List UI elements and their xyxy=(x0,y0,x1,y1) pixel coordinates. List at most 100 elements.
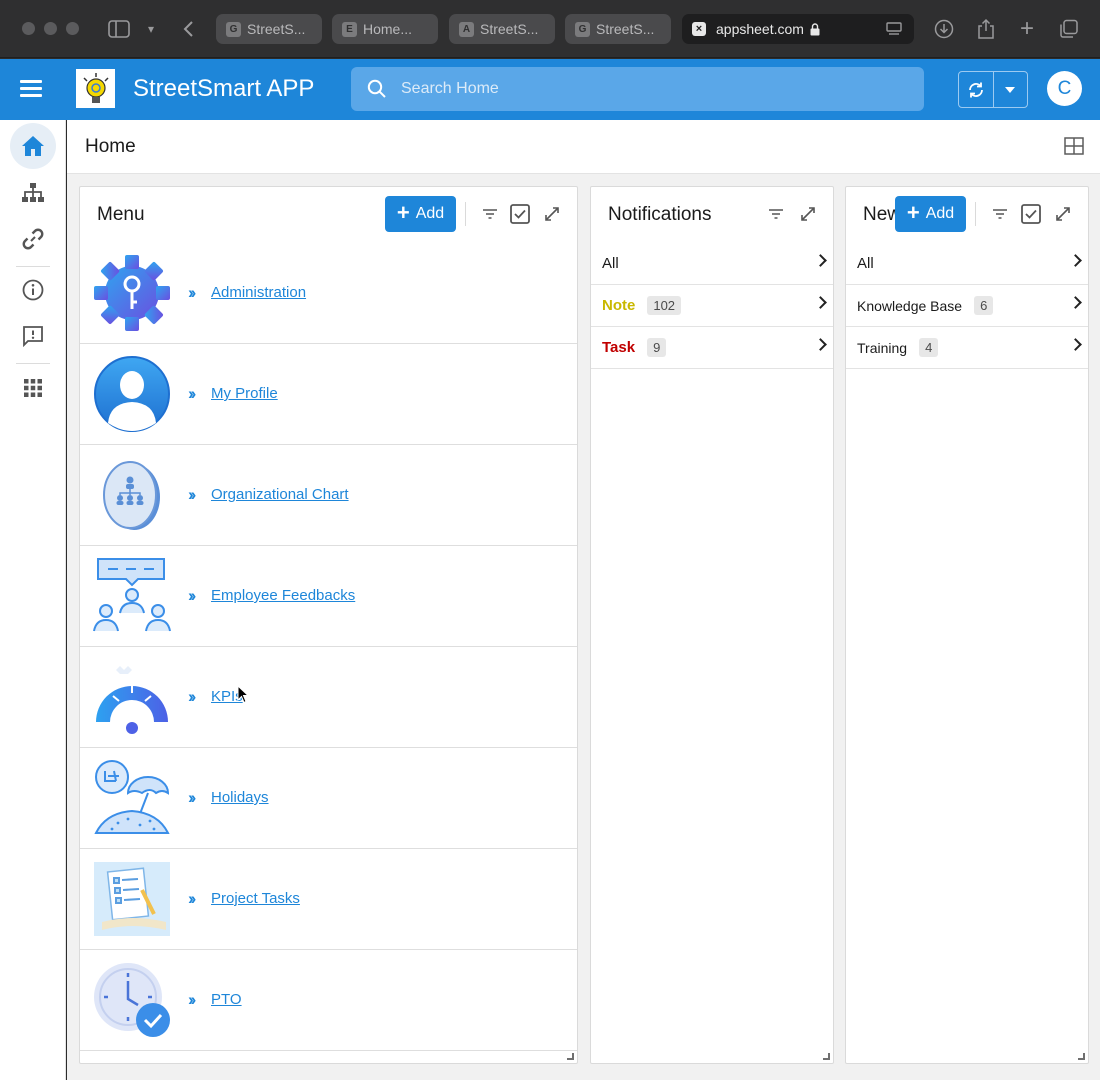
panel-header: Menu + Add xyxy=(80,187,577,243)
download-icon[interactable] xyxy=(931,16,957,42)
expand-icon[interactable] xyxy=(797,203,819,225)
group-label: All xyxy=(602,255,619,272)
group-row-knowledge-base[interactable]: Knowledge Base 6 xyxy=(846,285,1088,327)
double-chevron-icon: ›› xyxy=(188,384,197,403)
window-minimize-control[interactable] xyxy=(44,22,57,35)
group-count-badge: 6 xyxy=(974,296,994,315)
tab-groups-chevron-icon[interactable]: ▾ xyxy=(138,16,164,42)
menu-item-organizational-chart[interactable]: ›› Organizational Chart xyxy=(80,445,577,546)
tab-label: StreetS... xyxy=(480,21,539,37)
chevron-right-icon xyxy=(814,338,827,351)
panel-resize-handle[interactable] xyxy=(567,1053,574,1060)
reader-icon[interactable] xyxy=(886,22,902,36)
hamburger-menu-icon[interactable] xyxy=(20,79,42,99)
feedback-people-icon xyxy=(92,557,172,635)
new-tab-icon[interactable]: + xyxy=(1014,15,1040,42)
mouse-cursor-icon xyxy=(237,685,250,704)
menu-item-pto[interactable]: ›› PTO xyxy=(80,950,577,1051)
window-zoom-control[interactable] xyxy=(66,22,79,35)
group-row-all[interactable]: All xyxy=(846,243,1088,285)
rail-home[interactable] xyxy=(10,123,56,169)
filter-icon[interactable] xyxy=(479,203,501,225)
rail-divider xyxy=(16,363,50,364)
layout-toggle-icon[interactable] xyxy=(1064,137,1084,157)
address-bar[interactable]: × appsheet.com xyxy=(682,14,914,44)
group-row-note[interactable]: Note 102 xyxy=(591,285,833,327)
add-button[interactable]: + Add xyxy=(895,196,966,232)
group-row-all[interactable]: All xyxy=(591,243,833,285)
view-header: Home xyxy=(67,120,1100,174)
browser-tab-1[interactable]: G StreetS... xyxy=(216,14,322,44)
browser-chrome: ▾ G StreetS... E Home... A StreetS... G … xyxy=(0,0,1100,58)
feedback-icon xyxy=(23,326,43,347)
group-label: Note xyxy=(602,297,636,314)
clipboard-icon xyxy=(92,860,172,938)
lightbulb-logo-icon xyxy=(82,72,109,103)
rail-feedback[interactable] xyxy=(10,313,56,359)
menu-panel: Menu + Add ›› Administration ›› My Profi… xyxy=(79,186,578,1064)
rail-apps[interactable] xyxy=(10,365,56,411)
expand-icon[interactable] xyxy=(541,203,563,225)
menu-item-label: Administration xyxy=(211,284,307,301)
rail-info[interactable] xyxy=(10,267,56,313)
tab-label: StreetS... xyxy=(247,21,306,37)
tab-favicon: E xyxy=(342,21,357,37)
sync-options-button[interactable] xyxy=(994,72,1028,107)
menu-item-label: Employee Feedbacks xyxy=(211,587,356,604)
user-avatar[interactable]: C xyxy=(1047,71,1082,106)
filter-icon[interactable] xyxy=(989,203,1011,225)
plus-icon: + xyxy=(906,200,920,225)
filter-icon[interactable] xyxy=(765,203,787,225)
sync-button[interactable] xyxy=(959,72,994,107)
menu-item-holidays[interactable]: ›› Holidays xyxy=(80,748,577,849)
caret-down-icon xyxy=(1005,86,1016,93)
tab-favicon: G xyxy=(575,21,590,37)
profile-icon xyxy=(92,355,172,433)
panel-resize-handle[interactable] xyxy=(1078,1053,1085,1060)
notifications-panel: Notifications All Note 102 Task 9 xyxy=(590,186,834,1064)
back-icon[interactable] xyxy=(175,16,201,42)
window-close-control[interactable] xyxy=(22,22,35,35)
menu-item-project-tasks[interactable]: ›› Project Tasks xyxy=(80,849,577,950)
browser-tab-4[interactable]: G StreetS... xyxy=(565,14,671,44)
rail-links[interactable] xyxy=(10,216,56,262)
app-header: StreetSmart APP C xyxy=(0,59,1100,120)
browser-tab-3[interactable]: A StreetS... xyxy=(449,14,555,44)
menu-item-my-profile[interactable]: ›› My Profile xyxy=(80,344,577,445)
menu-item-label: PTO xyxy=(211,991,242,1008)
expand-icon[interactable] xyxy=(1052,203,1074,225)
double-chevron-icon: ›› xyxy=(188,485,197,504)
rail-org-chart[interactable] xyxy=(10,170,56,216)
share-icon[interactable] xyxy=(973,16,999,42)
home-icon xyxy=(22,136,44,156)
header-divider xyxy=(975,202,976,226)
info-icon xyxy=(22,279,44,301)
search-bar[interactable] xyxy=(351,67,924,111)
panel-resize-handle[interactable] xyxy=(823,1053,830,1060)
add-button[interactable]: + Add xyxy=(385,196,456,232)
apps-grid-icon xyxy=(24,379,42,397)
select-checkbox-icon[interactable] xyxy=(1020,203,1042,225)
search-input[interactable] xyxy=(401,80,881,98)
group-label: Task xyxy=(602,339,636,356)
tab-overview-icon[interactable] xyxy=(1056,16,1082,42)
menu-item-kpis[interactable]: ›› KPIs xyxy=(80,647,577,748)
browser-tab-2[interactable]: E Home... xyxy=(332,14,438,44)
menu-item-employee-feedbacks[interactable]: ›› Employee Feedbacks xyxy=(80,546,577,647)
news-group-list: All Knowledge Base 6 Training 4 xyxy=(846,243,1088,369)
select-checkbox-icon[interactable] xyxy=(509,203,531,225)
add-button-label: Add xyxy=(925,205,955,222)
tab-favicon: A xyxy=(459,21,474,37)
page-title: Home xyxy=(85,136,136,157)
url-text: appsheet.com xyxy=(716,21,804,37)
double-chevron-icon: ›› xyxy=(188,283,197,302)
group-row-task[interactable]: Task 9 xyxy=(591,327,833,369)
chevron-right-icon xyxy=(1069,338,1082,351)
group-row-training[interactable]: Training 4 xyxy=(846,327,1088,369)
double-chevron-icon: ›› xyxy=(188,990,197,1009)
sync-icon xyxy=(968,82,983,97)
sidebar-toggle-icon[interactable] xyxy=(106,16,132,42)
group-count-badge: 102 xyxy=(647,296,682,315)
group-label: Knowledge Base xyxy=(857,297,963,314)
menu-item-administration[interactable]: ›› Administration xyxy=(80,243,577,344)
